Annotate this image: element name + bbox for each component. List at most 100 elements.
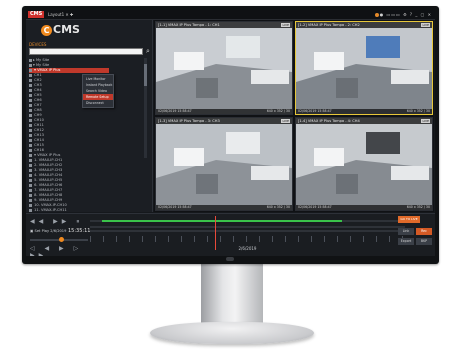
camera-footer: 02/06/2019 15:58:47 640 x 352 / 30 xyxy=(156,205,292,210)
brand-text: CMS xyxy=(53,23,80,36)
tree-item-label: CH15 xyxy=(33,143,44,147)
tree-item-label: ▸ My Site xyxy=(33,58,50,62)
tree-item-label: CH1 xyxy=(33,73,42,77)
camera-feed xyxy=(296,22,432,114)
playhead-marker[interactable] xyxy=(215,216,216,250)
live-badge: LIVE xyxy=(281,119,290,123)
camera-feed xyxy=(296,118,432,210)
search-icon[interactable]: ⌕ xyxy=(146,47,150,55)
tree-item-label: ▾ VMAX IP Plus xyxy=(33,68,61,72)
camera-icon xyxy=(29,133,32,137)
tree-item-label: 6. VMAX-IP-CH6 xyxy=(33,183,63,187)
camera-tile[interactable]: [1-3] VMAX IP Plus Tampa - 3: CH3 LIVE 02/… xyxy=(155,117,293,211)
device-sidebar: C CMS DEVICES ⌕ ▸ My Site ▾ My Site ▾ VMAX… xyxy=(26,20,153,212)
camera-title-text: [1-3] VMAX IP Plus Tampa - 3: CH3 xyxy=(158,119,220,123)
camera-title-text: [1-1] VMAX IP Plus Tampa - 1: CH1 xyxy=(158,23,220,27)
live-badge: LIVE xyxy=(281,23,290,27)
camera-icon xyxy=(29,113,32,117)
search-input[interactable] xyxy=(29,48,143,55)
camera-tile[interactable]: [1-2] VMAX IP Plus Tampa - 2: CH2 LIVE 02/… xyxy=(295,21,433,115)
window-controls-glyphs[interactable]: ● ▭▭▭ ⚙ ? _ ▢ ✕ xyxy=(380,12,432,17)
alert-icon[interactable] xyxy=(374,13,379,17)
tree-item-label: 4. VMAX-IP-CH4 xyxy=(33,173,63,177)
camera-footer: 02/06/2019 15:58:47 640 x 352 / 30 xyxy=(296,205,432,210)
tree-scrollbar[interactable] xyxy=(144,58,147,158)
tree-item-label: CH2 xyxy=(33,78,42,82)
go-live-button[interactable]: GO TO LIVE xyxy=(398,216,420,223)
camera-icon xyxy=(29,148,32,152)
live-badge: LIVE xyxy=(421,23,430,27)
app-screen: CMS Layout1 ✕ ✚ ● ▭▭▭ ⚙ ? _ ▢ ✕ C CMS DEV… xyxy=(26,10,435,256)
tree-item-label: CH13 xyxy=(33,133,44,137)
tree-item-label: 2. VMAX-IP-CH2 xyxy=(33,163,63,167)
tree-item-label: 3. VMAX-IP-CH3 xyxy=(33,168,63,172)
camera-timestamp: 02/06/2019 15:58:47 xyxy=(298,109,332,113)
camera-icon xyxy=(29,173,32,177)
camera-icon xyxy=(29,63,32,67)
camera-title-text: [1-2] VMAX IP Plus Tampa - 2: CH2 xyxy=(298,23,360,27)
camera-title: [1-1] VMAX IP Plus Tampa - 1: CH1 xyxy=(156,22,292,28)
transport-bottom[interactable]: ◁ ◀ ▶ ▷ ▶▶ xyxy=(30,245,88,256)
monitor-stand-base xyxy=(150,322,314,344)
camera-icon xyxy=(29,128,32,132)
tree-scrollbar-thumb[interactable] xyxy=(144,64,147,86)
tree-item-label: 10. VMAX-IP-CH10 xyxy=(33,203,67,207)
tree-item-label: ▾ VMAX IP Plus xyxy=(33,153,61,157)
tree-item-label: CH3 xyxy=(33,83,42,87)
speed-slider-knob[interactable] xyxy=(59,237,64,242)
camera-icon xyxy=(29,178,32,182)
link-button[interactable]: Link xyxy=(398,228,414,235)
tree-item-label: CH4 xyxy=(33,88,42,92)
tree-item-label: ▾ My Site xyxy=(33,63,50,67)
camera-icon xyxy=(29,73,32,77)
camera-icon xyxy=(29,83,32,87)
camera-timestamp: 02/06/2019 15:58:47 xyxy=(158,205,192,209)
camera-tile[interactable]: [1-4] VMAX IP Plus Tampa - 4: CH4 LIVE 02/… xyxy=(295,117,433,211)
playback-date[interactable]: ▣ Set Play 2/6/2019 xyxy=(30,229,66,233)
backup-button[interactable]: BKP xyxy=(416,238,432,245)
tree-item-label: CH10 xyxy=(33,118,44,122)
live-badge: LIVE xyxy=(421,119,430,123)
camera-title-text: [1-4] VMAX IP Plus Tampa - 4: CH4 xyxy=(298,119,360,123)
monitor-frame: CMS Layout1 ✕ ✚ ● ▭▭▭ ⚙ ? _ ▢ ✕ C CMS DEV… xyxy=(22,6,439,264)
tree-item-label: CH16 xyxy=(33,148,44,152)
playback-time: 15:35:11 xyxy=(68,228,91,234)
brand-mark: C xyxy=(41,24,52,36)
camera-resolution: 640 x 352 / 30 xyxy=(266,205,290,209)
rec-button[interactable]: Rec xyxy=(416,228,432,235)
tree-item-label: CH14 xyxy=(33,138,44,142)
camera-footer: 02/06/2019 15:58:47 640 x 352 / 30 xyxy=(156,109,292,114)
camera-icon xyxy=(29,108,32,112)
tree-item-label: 9. VMAX-IP-CH9 xyxy=(33,198,63,202)
camera-icon xyxy=(29,123,32,127)
app-logo: CMS xyxy=(28,11,45,18)
export-button[interactable]: Export xyxy=(398,238,414,245)
camera-icon xyxy=(29,183,32,187)
camera-icon xyxy=(29,88,32,92)
camera-icon xyxy=(29,198,32,202)
tree-item-label: CH7 xyxy=(33,103,42,107)
camera-icon xyxy=(29,208,32,212)
transport-top[interactable]: ◀◀ ▶▶ ⏸ xyxy=(30,218,83,226)
camera-icon xyxy=(29,193,32,197)
tree-item-label: 7. VMAX-IP-CH7 xyxy=(33,188,63,192)
camera-feed xyxy=(156,118,292,210)
camera-icon xyxy=(29,68,32,72)
timeline-track[interactable]: 2/6/2019 xyxy=(90,216,405,254)
context-menu-item[interactable]: Disconnect xyxy=(83,100,113,106)
camera-icon xyxy=(29,203,32,207)
window-controls[interactable]: ● ▭▭▭ ⚙ ? _ ▢ ✕ xyxy=(374,11,432,18)
title-bar: CMS Layout1 ✕ ✚ ● ▭▭▭ ⚙ ? _ ▢ ✕ xyxy=(26,10,435,20)
monitor-logo xyxy=(226,257,234,261)
tree-item-label: CH6 xyxy=(33,98,42,102)
camera-resolution: 640 x 352 / 30 xyxy=(406,109,430,113)
camera-icon xyxy=(29,78,32,82)
tree-item-label: CH5 xyxy=(33,93,42,97)
brand-logo: C CMS xyxy=(41,23,80,36)
tab-layout[interactable]: Layout1 ✕ ✚ xyxy=(48,11,73,18)
camera-resolution: 640 x 352 / 30 xyxy=(266,109,290,113)
tree-item-label: 1. VMAX-IP-CH1 xyxy=(33,158,63,162)
camera-icon xyxy=(29,118,32,122)
camera-tile[interactable]: [1-1] VMAX IP Plus Tampa - 1: CH1 LIVE 02/… xyxy=(155,21,293,115)
camera-icon xyxy=(29,153,32,157)
